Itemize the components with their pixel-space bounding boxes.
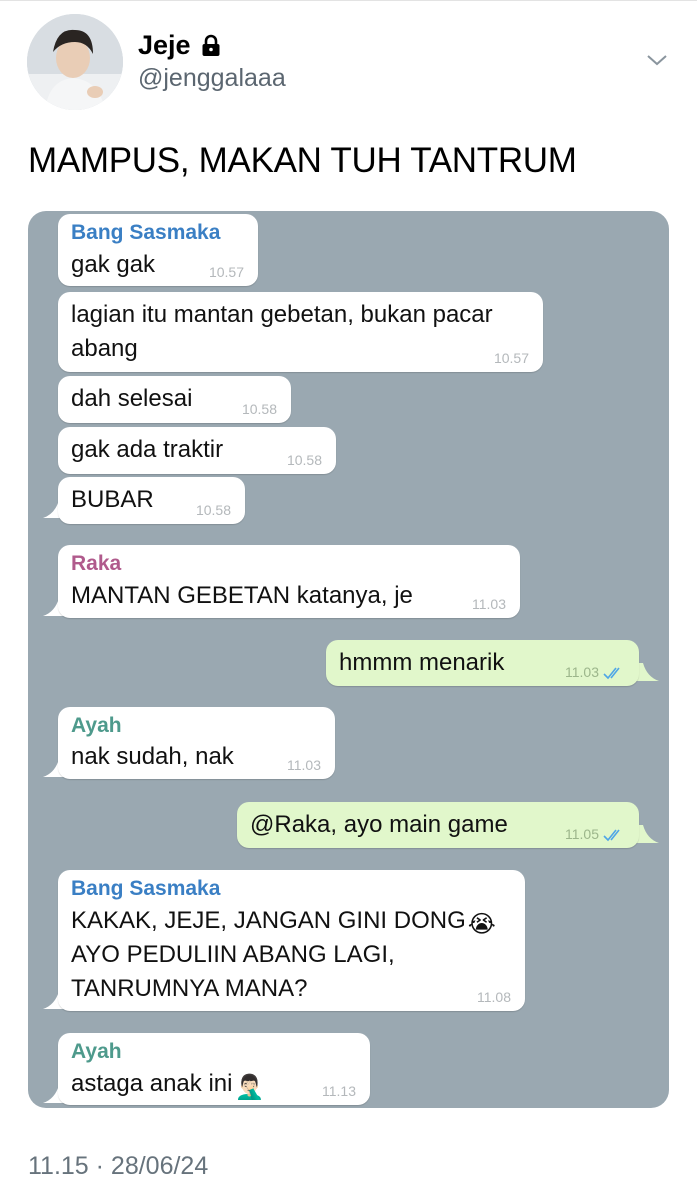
message-text: @Raka, ayo main game bbox=[250, 811, 508, 838]
message-sender: Bang Sasmaka bbox=[71, 221, 221, 244]
crying-face-emoji: 😭 bbox=[467, 911, 496, 938]
double-check-icon bbox=[603, 829, 620, 842]
message-text: AYO PEDULIIN ABANG LAGI, bbox=[71, 941, 395, 968]
message-time: 10.58 bbox=[286, 452, 322, 468]
author-name[interactable]: Jeje bbox=[138, 30, 191, 61]
message-time: 10.57 bbox=[208, 264, 244, 280]
author-handle[interactable]: @jenggalaaa bbox=[138, 64, 286, 93]
message-sender: Ayah bbox=[71, 714, 122, 737]
author-name-row[interactable]: Jeje bbox=[138, 30, 223, 61]
message-bubble: Raka MANTAN GEBETAN katanya, je 11.03 bbox=[58, 545, 520, 618]
message-time: 11.05 bbox=[565, 826, 599, 842]
message-text: nak sudah, nak bbox=[71, 743, 234, 770]
message-bubble-outgoing: @Raka, ayo main game 11.05 bbox=[237, 802, 639, 848]
message-time: 10.58 bbox=[241, 401, 277, 417]
top-divider bbox=[0, 0, 697, 1]
message-text: BUBAR bbox=[71, 486, 154, 513]
message-text: gak gak bbox=[71, 251, 156, 278]
message-time: 10.58 bbox=[195, 502, 231, 518]
facepalm-emoji: 🤦🏻‍♂️ bbox=[234, 1074, 265, 1101]
message-bubble: lagian itu mantan gebetan, bukan pacar a… bbox=[58, 292, 543, 372]
avatar[interactable] bbox=[27, 14, 123, 110]
message-bubble: Ayah astaga anak ini🤦🏻‍♂️ 11.13 bbox=[58, 1033, 370, 1105]
message-time: 11.03 bbox=[287, 757, 321, 773]
message-bubble: Bang Sasmaka KAKAK, JEJE, JANGAN GINI DO… bbox=[58, 870, 525, 1011]
message-sender: Bang Sasmaka bbox=[71, 877, 221, 900]
message-text: KAKAK, JEJE, JANGAN GINI DONG bbox=[71, 907, 466, 934]
message-time: 10.57 bbox=[493, 350, 529, 366]
message-bubble: Bang Sasmaka gak gak 10.57 bbox=[58, 214, 258, 286]
message-bubble: dah selesai 10.58 bbox=[58, 376, 291, 423]
message-bubble: BUBAR 10.58 bbox=[58, 477, 245, 524]
message-bubble-outgoing: hmmm menarik 11.03 bbox=[326, 640, 639, 686]
message-bubble: gak ada traktir 10.58 bbox=[58, 427, 336, 474]
double-check-icon bbox=[603, 667, 620, 680]
message-text: MANTAN GEBETAN katanya, je bbox=[71, 582, 413, 609]
message-bubble: Ayah nak sudah, nak 11.03 bbox=[58, 707, 335, 779]
message-time: 11.13 bbox=[322, 1083, 356, 1099]
message-time: 11.03 bbox=[472, 596, 506, 612]
avatar-image bbox=[27, 14, 123, 110]
chat-screenshot[interactable]: Bang Sasmaka gak gak 10.57 lagian itu ma… bbox=[28, 211, 669, 1108]
message-text: hmmm menarik bbox=[339, 649, 505, 676]
message-sender: Raka bbox=[71, 552, 122, 575]
message-text: astaga anak ini bbox=[71, 1070, 233, 1097]
message-text: lagian itu mantan gebetan, bukan pacar bbox=[71, 301, 493, 328]
message-sender: Ayah bbox=[71, 1040, 122, 1063]
message-text: TANRUMNYA MANA? bbox=[71, 975, 308, 1002]
message-time: 11.03 bbox=[565, 664, 599, 680]
tweet-text: MAMPUS, MAKAN TUH TANTRUM bbox=[28, 141, 577, 180]
lock-icon bbox=[199, 34, 223, 58]
message-text: gak ada traktir bbox=[71, 436, 224, 463]
message-time: 11.08 bbox=[477, 989, 511, 1005]
message-text: abang bbox=[71, 335, 138, 362]
message-text: dah selesai bbox=[71, 385, 193, 412]
chevron-down-icon[interactable] bbox=[645, 50, 669, 70]
tweet-timestamp[interactable]: 11.15 · 28/06/24 bbox=[28, 1152, 208, 1181]
